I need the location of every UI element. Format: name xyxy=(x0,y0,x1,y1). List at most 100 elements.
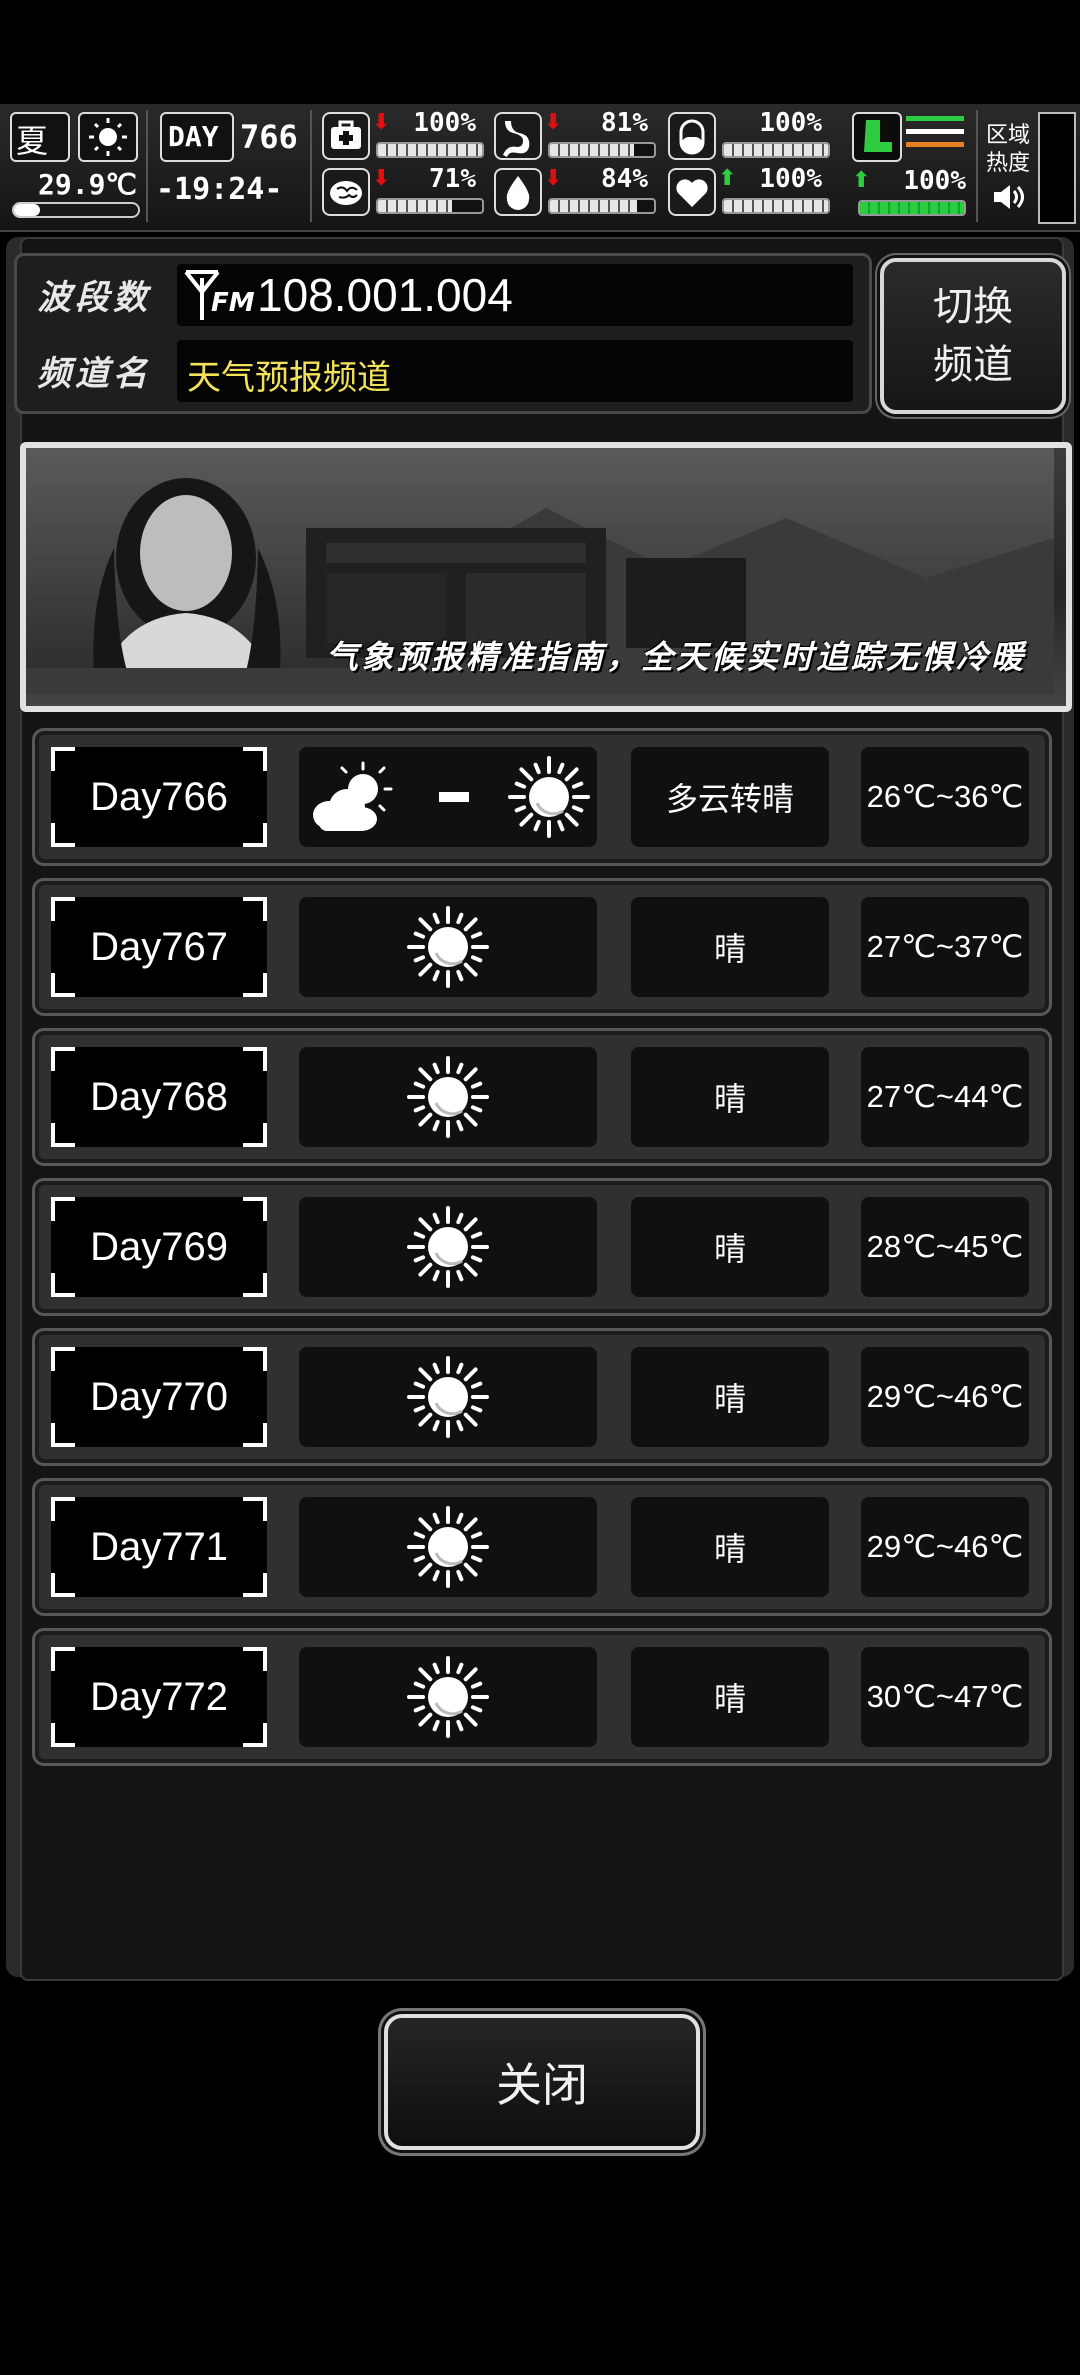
speaker-icon[interactable] xyxy=(990,182,1026,212)
temperature-readout: 29.9℃ xyxy=(38,168,137,201)
forecast-weather-icon-cell xyxy=(299,1047,597,1147)
forecast-row: Day769 晴 28℃~45℃ xyxy=(32,1178,1052,1316)
sun-icon xyxy=(407,1656,489,1738)
forecast-weather-icon-cell xyxy=(299,1197,597,1297)
forecast-day-label: Day771 xyxy=(90,1524,228,1569)
band-label: 波段数 xyxy=(37,278,151,318)
sun-icon xyxy=(407,1056,489,1138)
day-badge: DAY xyxy=(160,112,234,162)
weather-banner: 气象预报精准指南，全天候实时追踪无惧冷暖 xyxy=(20,442,1072,712)
stamina-levels xyxy=(906,116,964,147)
forecast-row: Day771 晴 29℃~46℃ xyxy=(32,1478,1052,1616)
forecast-condition: 晴 xyxy=(631,897,829,997)
forecast-temperature: 27℃~44℃ xyxy=(861,1047,1029,1147)
forecast-day-label: Day772 xyxy=(90,1674,228,1719)
forecast-condition: 晴 xyxy=(631,1347,829,1447)
sun-icon xyxy=(89,118,127,156)
pill-icon xyxy=(668,112,716,160)
partly-cloudy-icon xyxy=(313,761,393,831)
forecast-row: Day766 多云转晴 26℃~36℃ xyxy=(32,728,1052,866)
region-heat-label: 区域热度 xyxy=(986,123,1031,176)
stomach-icon xyxy=(494,112,542,160)
thirst-value: 84% xyxy=(601,164,648,194)
sanity-value: 71% xyxy=(429,164,476,194)
forecast-day-label: Day767 xyxy=(90,924,228,969)
forecast-weather-icon-cell xyxy=(299,747,597,847)
forecast-day-label: Day770 xyxy=(90,1374,228,1419)
day-label: DAY xyxy=(168,120,219,153)
switch-channel-line1: 切换 xyxy=(933,284,1013,330)
forecast-temperature: 28℃~45℃ xyxy=(861,1197,1029,1297)
band-value: 108.001.004 xyxy=(257,269,513,321)
mood-value: 100% xyxy=(759,164,822,194)
forecast-weather-icon-cell xyxy=(299,1647,597,1747)
forecast-day-cell: Day767 xyxy=(51,897,267,997)
boot-icon xyxy=(864,120,892,152)
stamina-value: 100% xyxy=(903,166,966,196)
sun-icon xyxy=(407,1356,489,1438)
medkit-icon xyxy=(322,112,370,160)
close-button-label: 关闭 xyxy=(496,2058,588,2112)
forecast-condition: 晴 xyxy=(631,1197,829,1297)
sun-icon xyxy=(407,1506,489,1588)
forecast-day-cell: Day769 xyxy=(51,1197,267,1297)
channel-name-label: 频道名 xyxy=(37,354,151,394)
switch-channel-button[interactable]: 切换 频道 xyxy=(880,258,1066,414)
sun-icon xyxy=(407,906,489,988)
forecast-row: Day767 晴 27℃~37℃ xyxy=(32,878,1052,1016)
hunger-bar xyxy=(548,142,656,158)
health-bar xyxy=(376,142,484,158)
transition-dash-icon xyxy=(439,792,469,802)
banner-caption: 气象预报精准指南，全天候实时追踪无惧冷暖 xyxy=(325,638,1026,676)
forecast-weather-icon-cell xyxy=(299,1497,597,1597)
thirst-bar xyxy=(548,198,656,214)
forecast-condition: 晴 xyxy=(631,1647,829,1747)
forecast-day-cell: Day768 xyxy=(51,1047,267,1147)
forecast-day-cell: Day771 xyxy=(51,1497,267,1597)
forecast-temperature: 29℃~46℃ xyxy=(861,1497,1029,1597)
forecast-temperature: 30℃~47℃ xyxy=(861,1647,1029,1747)
day-number: 766 xyxy=(240,118,298,156)
sun-icon xyxy=(508,756,590,838)
close-button[interactable]: 关闭 xyxy=(384,2014,700,2150)
forecast-day-cell: Day766 xyxy=(51,747,267,847)
mood-bar xyxy=(722,198,830,214)
forecast-row: Day768 晴 27℃~44℃ xyxy=(32,1028,1052,1166)
sanity-bar xyxy=(376,198,484,214)
clock-time: -19:24- xyxy=(156,172,283,207)
status-hud: 夏 29.9℃ DAY 766 -19:24- ⬇ 100% ⬇ 81% 100% ⬇ 71… xyxy=(0,104,1080,232)
temperature-gauge xyxy=(12,202,140,218)
pill-bar xyxy=(722,142,830,158)
stamina-arrow: ⬆ xyxy=(852,168,871,193)
season-badge: 夏 xyxy=(10,112,70,162)
forecast-temperature: 26℃~36℃ xyxy=(861,747,1029,847)
forecast-weather-icon-cell xyxy=(299,1347,597,1447)
stamina-boot-badge xyxy=(852,112,902,162)
forecast-condition: 晴 xyxy=(631,1497,829,1597)
forecast-day-cell: Day770 xyxy=(51,1347,267,1447)
brain-icon xyxy=(322,168,370,216)
forecast-row: Day770 晴 29℃~46℃ xyxy=(32,1328,1052,1466)
forecast-temperature: 27℃~37℃ xyxy=(861,897,1029,997)
forecast-temperature: 29℃~46℃ xyxy=(861,1347,1029,1447)
forecast-weather-icon-cell xyxy=(299,897,597,997)
forecast-day-cell: Day772 xyxy=(51,1647,267,1747)
channel-info: 波段数 FM 108.001.004 频道名 天气预报频道 xyxy=(14,253,872,414)
band-field: FM 108.001.004 xyxy=(177,264,853,326)
region-heat-meter xyxy=(1038,112,1076,224)
forecast-condition: 晴 xyxy=(631,1047,829,1147)
stamina-bar xyxy=(858,200,966,216)
hunger-value: 81% xyxy=(601,108,648,138)
forecast-row: Day772 晴 30℃~47℃ xyxy=(32,1628,1052,1766)
weather-sun-badge xyxy=(78,112,138,162)
forecast-day-label: Day766 xyxy=(90,774,228,819)
sun-icon xyxy=(407,1206,489,1288)
forecast-day-label: Day768 xyxy=(90,1074,228,1119)
channel-name-field: 天气预报频道 xyxy=(177,340,853,402)
pill-value: 100% xyxy=(759,108,822,138)
channel-name-value: 天气预报频道 xyxy=(187,358,391,398)
switch-channel-line2: 频道 xyxy=(933,342,1013,388)
fm-label: FM xyxy=(211,288,255,318)
forecast-condition: 多云转晴 xyxy=(631,747,829,847)
season-label: 夏 xyxy=(16,122,49,160)
